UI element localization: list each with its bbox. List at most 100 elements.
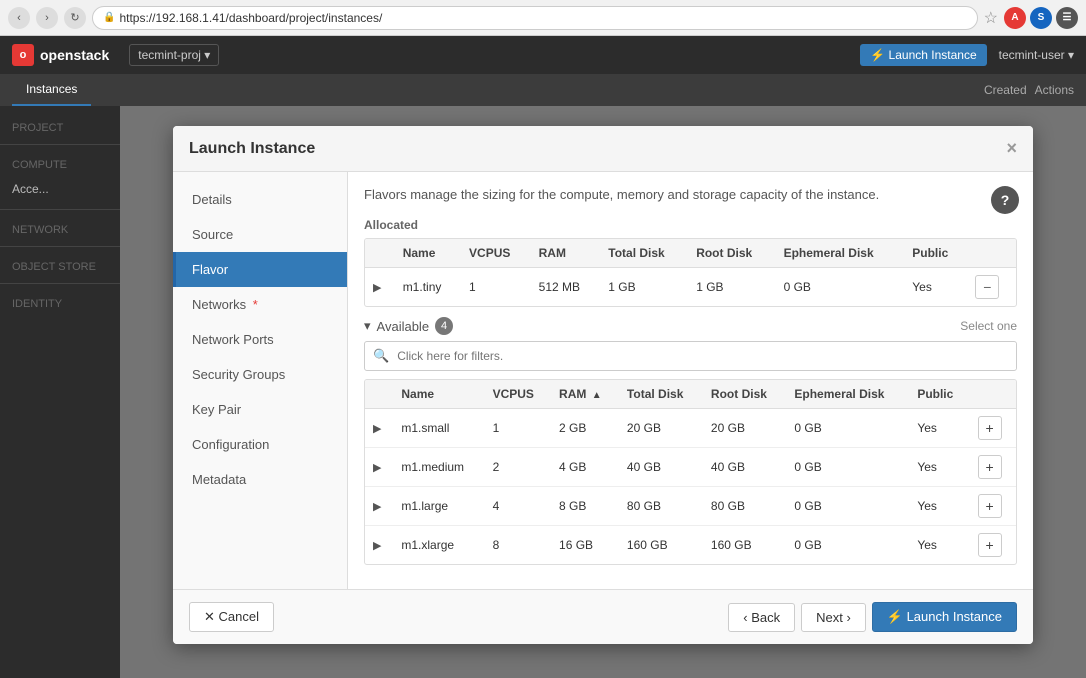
- wizard-step-flavor[interactable]: Flavor: [173, 252, 347, 287]
- col-header-ram: RAM: [531, 239, 601, 268]
- url-text: https://192.168.1.41/dashboard/project/i…: [119, 11, 382, 25]
- avail-root-m1xlarge: 160 GB: [703, 526, 786, 565]
- wizard-step-networks[interactable]: Networks *: [173, 287, 347, 322]
- flavor-description: Flavors manage the sizing for the comput…: [364, 186, 1017, 204]
- sidebar-section-project: Project: [0, 114, 120, 138]
- add-m1medium-button[interactable]: +: [978, 455, 1002, 479]
- allocated-row-vcpus: 1: [461, 268, 531, 307]
- wizard-step-metadata[interactable]: Metadata: [173, 462, 347, 497]
- secure-icon: 🔒: [103, 12, 115, 23]
- allocated-row-name: m1.tiny: [395, 268, 461, 307]
- avail-ram-m1medium: 4 GB: [551, 448, 619, 487]
- avail-name-m1xlarge: m1.xlarge: [393, 526, 484, 565]
- os-navbar: o openstack tecmint-proj ▾ ⚡ Launch Inst…: [0, 36, 1086, 74]
- add-m1xlarge-button[interactable]: +: [978, 533, 1002, 557]
- wizard-nav: Details Source Flavor Networks * Network…: [173, 172, 348, 589]
- filter-input[interactable]: [397, 343, 1016, 369]
- expand-row-m1tiny[interactable]: ▶: [373, 281, 381, 294]
- sidebar-section-object-store: Object Store: [0, 253, 120, 277]
- forward-btn[interactable]: ›: [36, 7, 58, 29]
- wizard-step-security-groups[interactable]: Security Groups: [173, 357, 347, 392]
- browser-bar: ‹ › ↻ 🔒 https://192.168.1.41/dashboard/p…: [0, 0, 1086, 36]
- sidebar-divider-1: [0, 144, 120, 145]
- table-row: ▶ m1.medium 2 4 GB 40 GB 40 GB 0 GB Yes: [365, 448, 1016, 487]
- subnav-tab-instances[interactable]: Instances: [12, 74, 91, 106]
- available-table-container: Name VCPUS RAM ▲ Total Disk Root Disk Ep…: [364, 379, 1017, 565]
- expand-m1xlarge[interactable]: ▶: [373, 539, 381, 552]
- avail-vcpus-m1medium: 2: [485, 448, 551, 487]
- sidebar-divider-4: [0, 283, 120, 284]
- allocated-row-ram: 512 MB: [531, 268, 601, 307]
- avail-col-ram[interactable]: RAM ▲: [551, 380, 619, 409]
- avail-ephemeral-m1large: 0 GB: [786, 487, 909, 526]
- subnav-created: Created: [984, 83, 1027, 97]
- adblock-icon[interactable]: A: [1004, 7, 1026, 29]
- os-logo: o openstack: [12, 44, 109, 66]
- avail-total-m1xlarge: 160 GB: [619, 526, 703, 565]
- avail-col-action: [970, 380, 1016, 409]
- expand-m1small[interactable]: ▶: [373, 422, 381, 435]
- sidebar-section-compute: Compute: [0, 151, 120, 175]
- col-header-expand: [365, 239, 395, 268]
- avail-col-total-disk: Total Disk: [619, 380, 703, 409]
- avail-name-m1medium: m1.medium: [393, 448, 484, 487]
- avail-ephemeral-m1medium: 0 GB: [786, 448, 909, 487]
- available-label[interactable]: ▾ Available 4: [364, 317, 453, 335]
- menu-icon[interactable]: ☰: [1056, 7, 1078, 29]
- sidebar-section-identity: Identity: [0, 290, 120, 314]
- select-one-label: Select one: [960, 319, 1017, 333]
- project-selector-label: tecmint-proj ▾: [138, 48, 210, 62]
- launch-instance-modal: Launch Instance × Details Source Flavor …: [173, 126, 1033, 644]
- avail-ram-m1large: 8 GB: [551, 487, 619, 526]
- avail-col-public: Public: [909, 380, 969, 409]
- project-selector[interactable]: tecmint-proj ▾: [129, 44, 219, 66]
- help-icon[interactable]: ?: [991, 186, 1019, 214]
- modal-footer: ✕ Cancel ‹ Back Next › ⚡ Launch Instance: [173, 589, 1033, 644]
- col-header-root-disk: Root Disk: [688, 239, 775, 268]
- modal-title: Launch Instance: [189, 140, 315, 158]
- avail-col-vcpus: VCPUS: [485, 380, 551, 409]
- wizard-step-details[interactable]: Details: [173, 182, 347, 217]
- allocated-row-ephemeral: 0 GB: [776, 268, 905, 307]
- col-header-ephemeral: Ephemeral Disk: [776, 239, 905, 268]
- col-header-name: Name: [395, 239, 461, 268]
- next-button[interactable]: Next ›: [801, 603, 866, 632]
- bookmark-icon[interactable]: ☆: [984, 8, 998, 28]
- url-bar[interactable]: 🔒 https://192.168.1.41/dashboard/project…: [92, 6, 978, 30]
- wizard-step-source[interactable]: Source: [173, 217, 347, 252]
- networks-required-dot: *: [253, 297, 258, 312]
- reload-btn[interactable]: ↻: [64, 7, 86, 29]
- add-m1small-button[interactable]: +: [978, 416, 1002, 440]
- back-button[interactable]: ‹ Back: [728, 603, 795, 632]
- add-m1large-button[interactable]: +: [978, 494, 1002, 518]
- wizard-step-network-ports[interactable]: Network Ports: [173, 322, 347, 357]
- table-row: ▶ m1.large 4 8 GB 80 GB 80 GB 0 GB Yes +: [365, 487, 1016, 526]
- os-logo-icon: o: [12, 44, 34, 66]
- footer-right: ‹ Back Next › ⚡ Launch Instance: [728, 602, 1017, 632]
- table-row: ▶ m1.tiny 1 512 MB 1 GB 1 GB 0 GB Yes −: [365, 268, 1016, 307]
- sidebar-item-acce[interactable]: Acce...: [0, 175, 120, 203]
- expand-m1medium[interactable]: ▶: [373, 461, 381, 474]
- avail-vcpus-m1large: 4: [485, 487, 551, 526]
- col-header-vcpus: VCPUS: [461, 239, 531, 268]
- nav-launch-instance-button[interactable]: ⚡ Launch Instance: [860, 44, 986, 66]
- subnav-actions: Created Actions: [984, 83, 1074, 97]
- available-count-badge: 4: [435, 317, 453, 335]
- back-btn[interactable]: ‹: [8, 7, 30, 29]
- wizard-content: ? Flavors manage the sizing for the comp…: [348, 172, 1033, 589]
- cancel-button[interactable]: ✕ Cancel: [189, 602, 274, 632]
- modal-close-button[interactable]: ×: [1006, 138, 1017, 159]
- allocated-row-total-disk: 1 GB: [600, 268, 688, 307]
- modal-body: Details Source Flavor Networks * Network…: [173, 172, 1033, 589]
- avail-root-m1small: 20 GB: [703, 409, 786, 448]
- chevron-down-icon: ▾: [364, 318, 371, 334]
- expand-m1large[interactable]: ▶: [373, 500, 381, 513]
- skype-icon[interactable]: S: [1030, 7, 1052, 29]
- sidebar-section-network: Network: [0, 216, 120, 240]
- launch-instance-button[interactable]: ⚡ Launch Instance: [872, 602, 1017, 632]
- wizard-step-configuration[interactable]: Configuration: [173, 427, 347, 462]
- wizard-step-key-pair[interactable]: Key Pair: [173, 392, 347, 427]
- sidebar-divider-3: [0, 246, 120, 247]
- user-menu[interactable]: tecmint-user ▾: [999, 48, 1074, 62]
- remove-m1tiny-button[interactable]: −: [975, 275, 999, 299]
